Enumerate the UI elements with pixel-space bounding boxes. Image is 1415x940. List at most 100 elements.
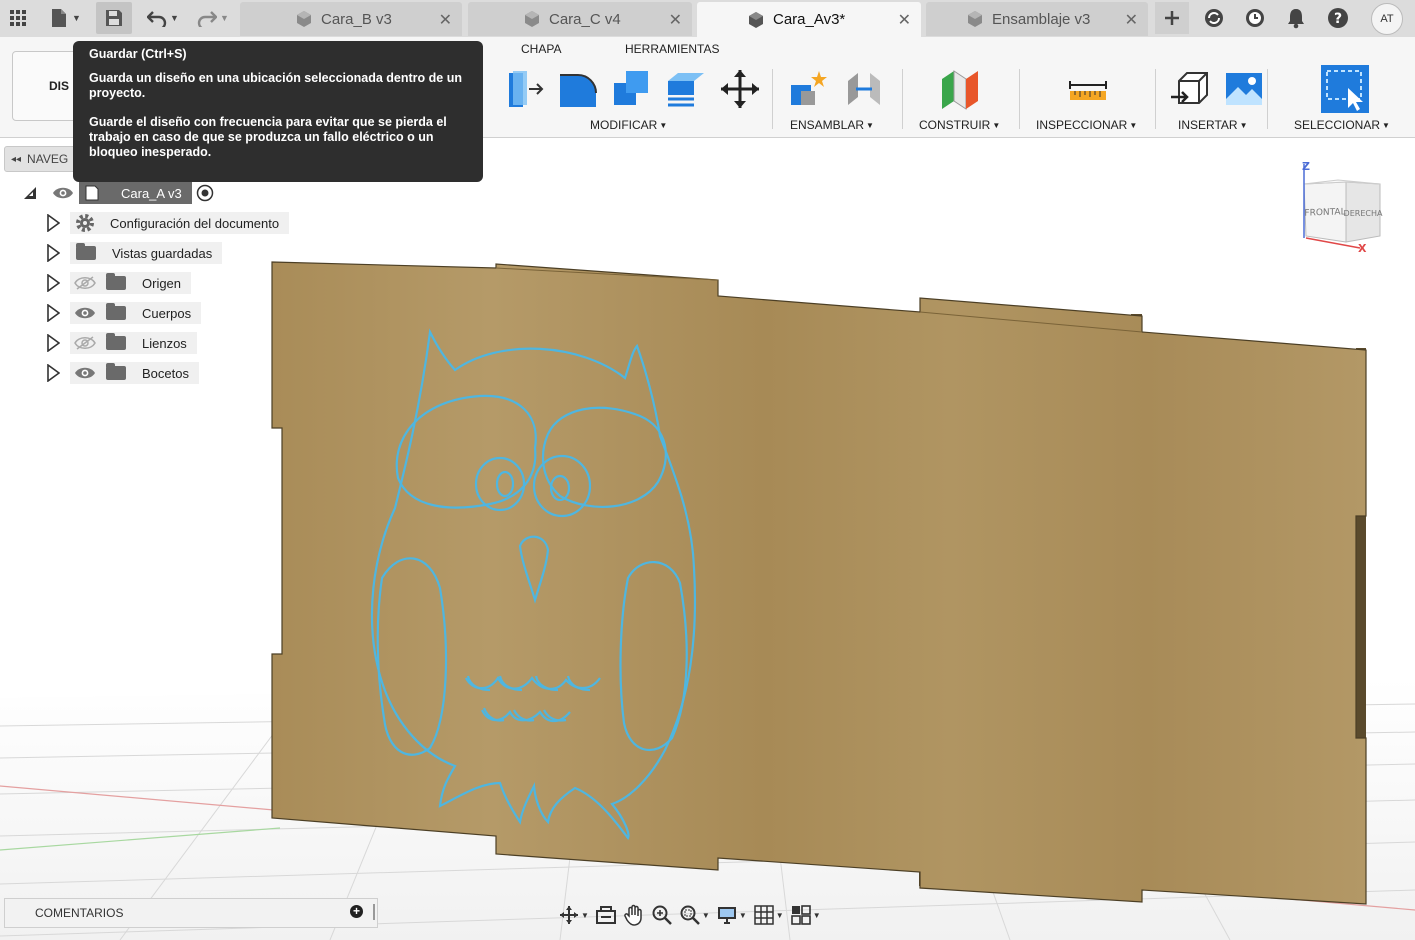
hand-icon [624, 904, 642, 926]
sketches-node[interactable]: Bocetos [70, 362, 199, 384]
eye-hidden-icon[interactable] [74, 275, 96, 291]
move-icon[interactable] [718, 67, 762, 111]
add-comment-icon[interactable]: + [350, 905, 363, 918]
group-inspeccionar[interactable]: INSPECCIONAR ▼ [1036, 118, 1137, 132]
eye-icon[interactable] [52, 185, 74, 201]
eye-icon[interactable] [74, 305, 96, 321]
file-menu-button[interactable]: ▼ [45, 5, 85, 31]
group-ensamblar[interactable]: ENSAMBLAR ▼ [790, 118, 874, 132]
insert-canvas-icon[interactable] [1222, 67, 1266, 111]
close-icon[interactable]: ✕ [439, 10, 452, 30]
comments-panel[interactable]: COMENTARIOS + [4, 898, 378, 928]
document-icon [85, 185, 99, 201]
bell-icon[interactable] [1283, 5, 1309, 31]
view-cube-right-label[interactable]: DERECHA [1344, 209, 1383, 218]
grid-settings-button[interactable]: ▼ [753, 904, 784, 926]
bodies-node[interactable]: Cuerpos [70, 302, 202, 324]
close-icon[interactable]: ✕ [1125, 10, 1138, 30]
component-icon [525, 11, 539, 27]
new-component-icon[interactable] [787, 67, 831, 111]
origin-node[interactable]: Origen [70, 272, 192, 294]
root-node[interactable]: Cara_A v3 [79, 182, 192, 204]
saved-views-node[interactable]: Vistas guardadas [70, 242, 223, 264]
expand-triangle-icon[interactable] [46, 214, 60, 232]
save-button[interactable] [96, 2, 132, 34]
group-modificar[interactable]: MODIFICAR ▼ [590, 118, 667, 132]
panel-grip[interactable] [373, 904, 375, 920]
avatar[interactable]: AT [1371, 3, 1403, 35]
eye-icon[interactable] [74, 365, 96, 381]
browser-header[interactable]: ◂◂ NAVEG [4, 146, 78, 172]
select-icon[interactable] [1320, 64, 1370, 114]
pan-button[interactable] [623, 904, 645, 926]
tree-item-label: Vistas guardadas [112, 245, 213, 261]
divider [1155, 69, 1156, 129]
expand-triangle-icon[interactable] [46, 304, 60, 322]
redo-button[interactable]: ▼ [193, 5, 233, 31]
collapse-icon[interactable]: ◂◂ [11, 154, 21, 165]
tree-item-sketches[interactable]: Bocetos [46, 362, 199, 384]
chevron-down-icon: ▼ [701, 910, 710, 920]
group-insertar[interactable]: INSERTAR ▼ [1178, 118, 1248, 132]
svg-text:?: ? [1334, 11, 1342, 27]
measure-icon[interactable] [1066, 67, 1110, 111]
browser-title: NAVEG [27, 152, 69, 166]
expand-triangle-icon[interactable] [46, 244, 60, 262]
shell-icon[interactable] [664, 67, 708, 111]
eye-hidden-icon[interactable] [74, 335, 96, 351]
help-icon[interactable]: ? [1324, 5, 1352, 31]
bottom-bar: COMENTARIOS + ▼ ▼ ▼ ▼ ▼ [0, 898, 1415, 940]
orbit-button[interactable]: ▼ [558, 904, 589, 926]
insert-derive-icon[interactable] [1169, 67, 1213, 111]
tree-item-saved-views[interactable]: Vistas guardadas [46, 242, 223, 264]
folder-icon [106, 273, 126, 290]
clock-icon[interactable] [1241, 5, 1269, 31]
close-icon[interactable]: ✕ [669, 10, 682, 30]
group-construir[interactable]: CONSTRUIR ▼ [919, 118, 1000, 132]
tab-herramientas[interactable]: HERRAMIENTAS [625, 42, 719, 56]
apps-grid-icon[interactable] [6, 5, 30, 31]
tree-root[interactable]: Cara_A v3 [22, 182, 214, 204]
plus-icon [1165, 11, 1179, 25]
chevron-down-icon: ▼ [220, 13, 229, 23]
look-at-button[interactable] [595, 905, 617, 925]
activate-radio-icon[interactable] [196, 184, 214, 202]
joint-icon[interactable] [842, 67, 886, 111]
tree-item-config[interactable]: Configuración del documento [46, 212, 290, 234]
tab-ensamblaje[interactable]: Ensamblaje v3 ✕ [926, 2, 1148, 36]
view-cube-front-label[interactable]: FRONTAL [1304, 207, 1345, 218]
combine-icon[interactable] [610, 67, 654, 111]
config-node[interactable]: Configuración del documento [70, 212, 290, 234]
fit-button[interactable]: ▼ [679, 904, 710, 926]
folder-icon [106, 333, 126, 350]
tab-cara-c[interactable]: Cara_C v4 ✕ [468, 2, 692, 36]
tab-cara-a[interactable]: Cara_Av3* ✕ [697, 2, 921, 37]
sync-icon[interactable] [1200, 5, 1228, 31]
close-icon[interactable]: ✕ [898, 10, 911, 30]
undo-button[interactable]: ▼ [142, 5, 184, 31]
tab-chapa[interactable]: CHAPA [521, 42, 561, 56]
fillet-icon[interactable] [556, 67, 600, 111]
viewports-button[interactable]: ▼ [790, 904, 821, 926]
group-seleccionar[interactable]: SELECCIONAR ▼ [1294, 118, 1390, 132]
tab-label: Cara_Av3* [773, 11, 846, 28]
canvases-node[interactable]: Lienzos [70, 332, 197, 354]
tree-item-origin[interactable]: Origen [46, 272, 192, 294]
expand-triangle-icon[interactable] [46, 274, 60, 292]
expanded-triangle-icon[interactable] [22, 185, 38, 201]
wood-panel[interactable] [271, 261, 1367, 905]
new-tab-button[interactable] [1155, 2, 1189, 34]
expand-triangle-icon[interactable] [46, 364, 60, 382]
tree-item-bodies[interactable]: Cuerpos [46, 302, 202, 324]
tab-cara-b[interactable]: Cara_B v3 ✕ [240, 2, 462, 36]
zoom-button[interactable] [651, 904, 673, 926]
grid-icon [754, 905, 774, 925]
tree-item-canvases[interactable]: Lienzos [46, 332, 197, 354]
workspace-switcher[interactable]: DIS [12, 51, 82, 121]
view-cube[interactable]: FRONTAL DERECHA Z X [1296, 158, 1386, 254]
expand-triangle-icon[interactable] [46, 334, 60, 352]
offset-plane-icon[interactable] [938, 67, 982, 111]
chevron-down-icon: ▼ [812, 910, 821, 920]
press-pull-icon[interactable] [503, 67, 547, 111]
display-settings-button[interactable]: ▼ [716, 905, 747, 925]
